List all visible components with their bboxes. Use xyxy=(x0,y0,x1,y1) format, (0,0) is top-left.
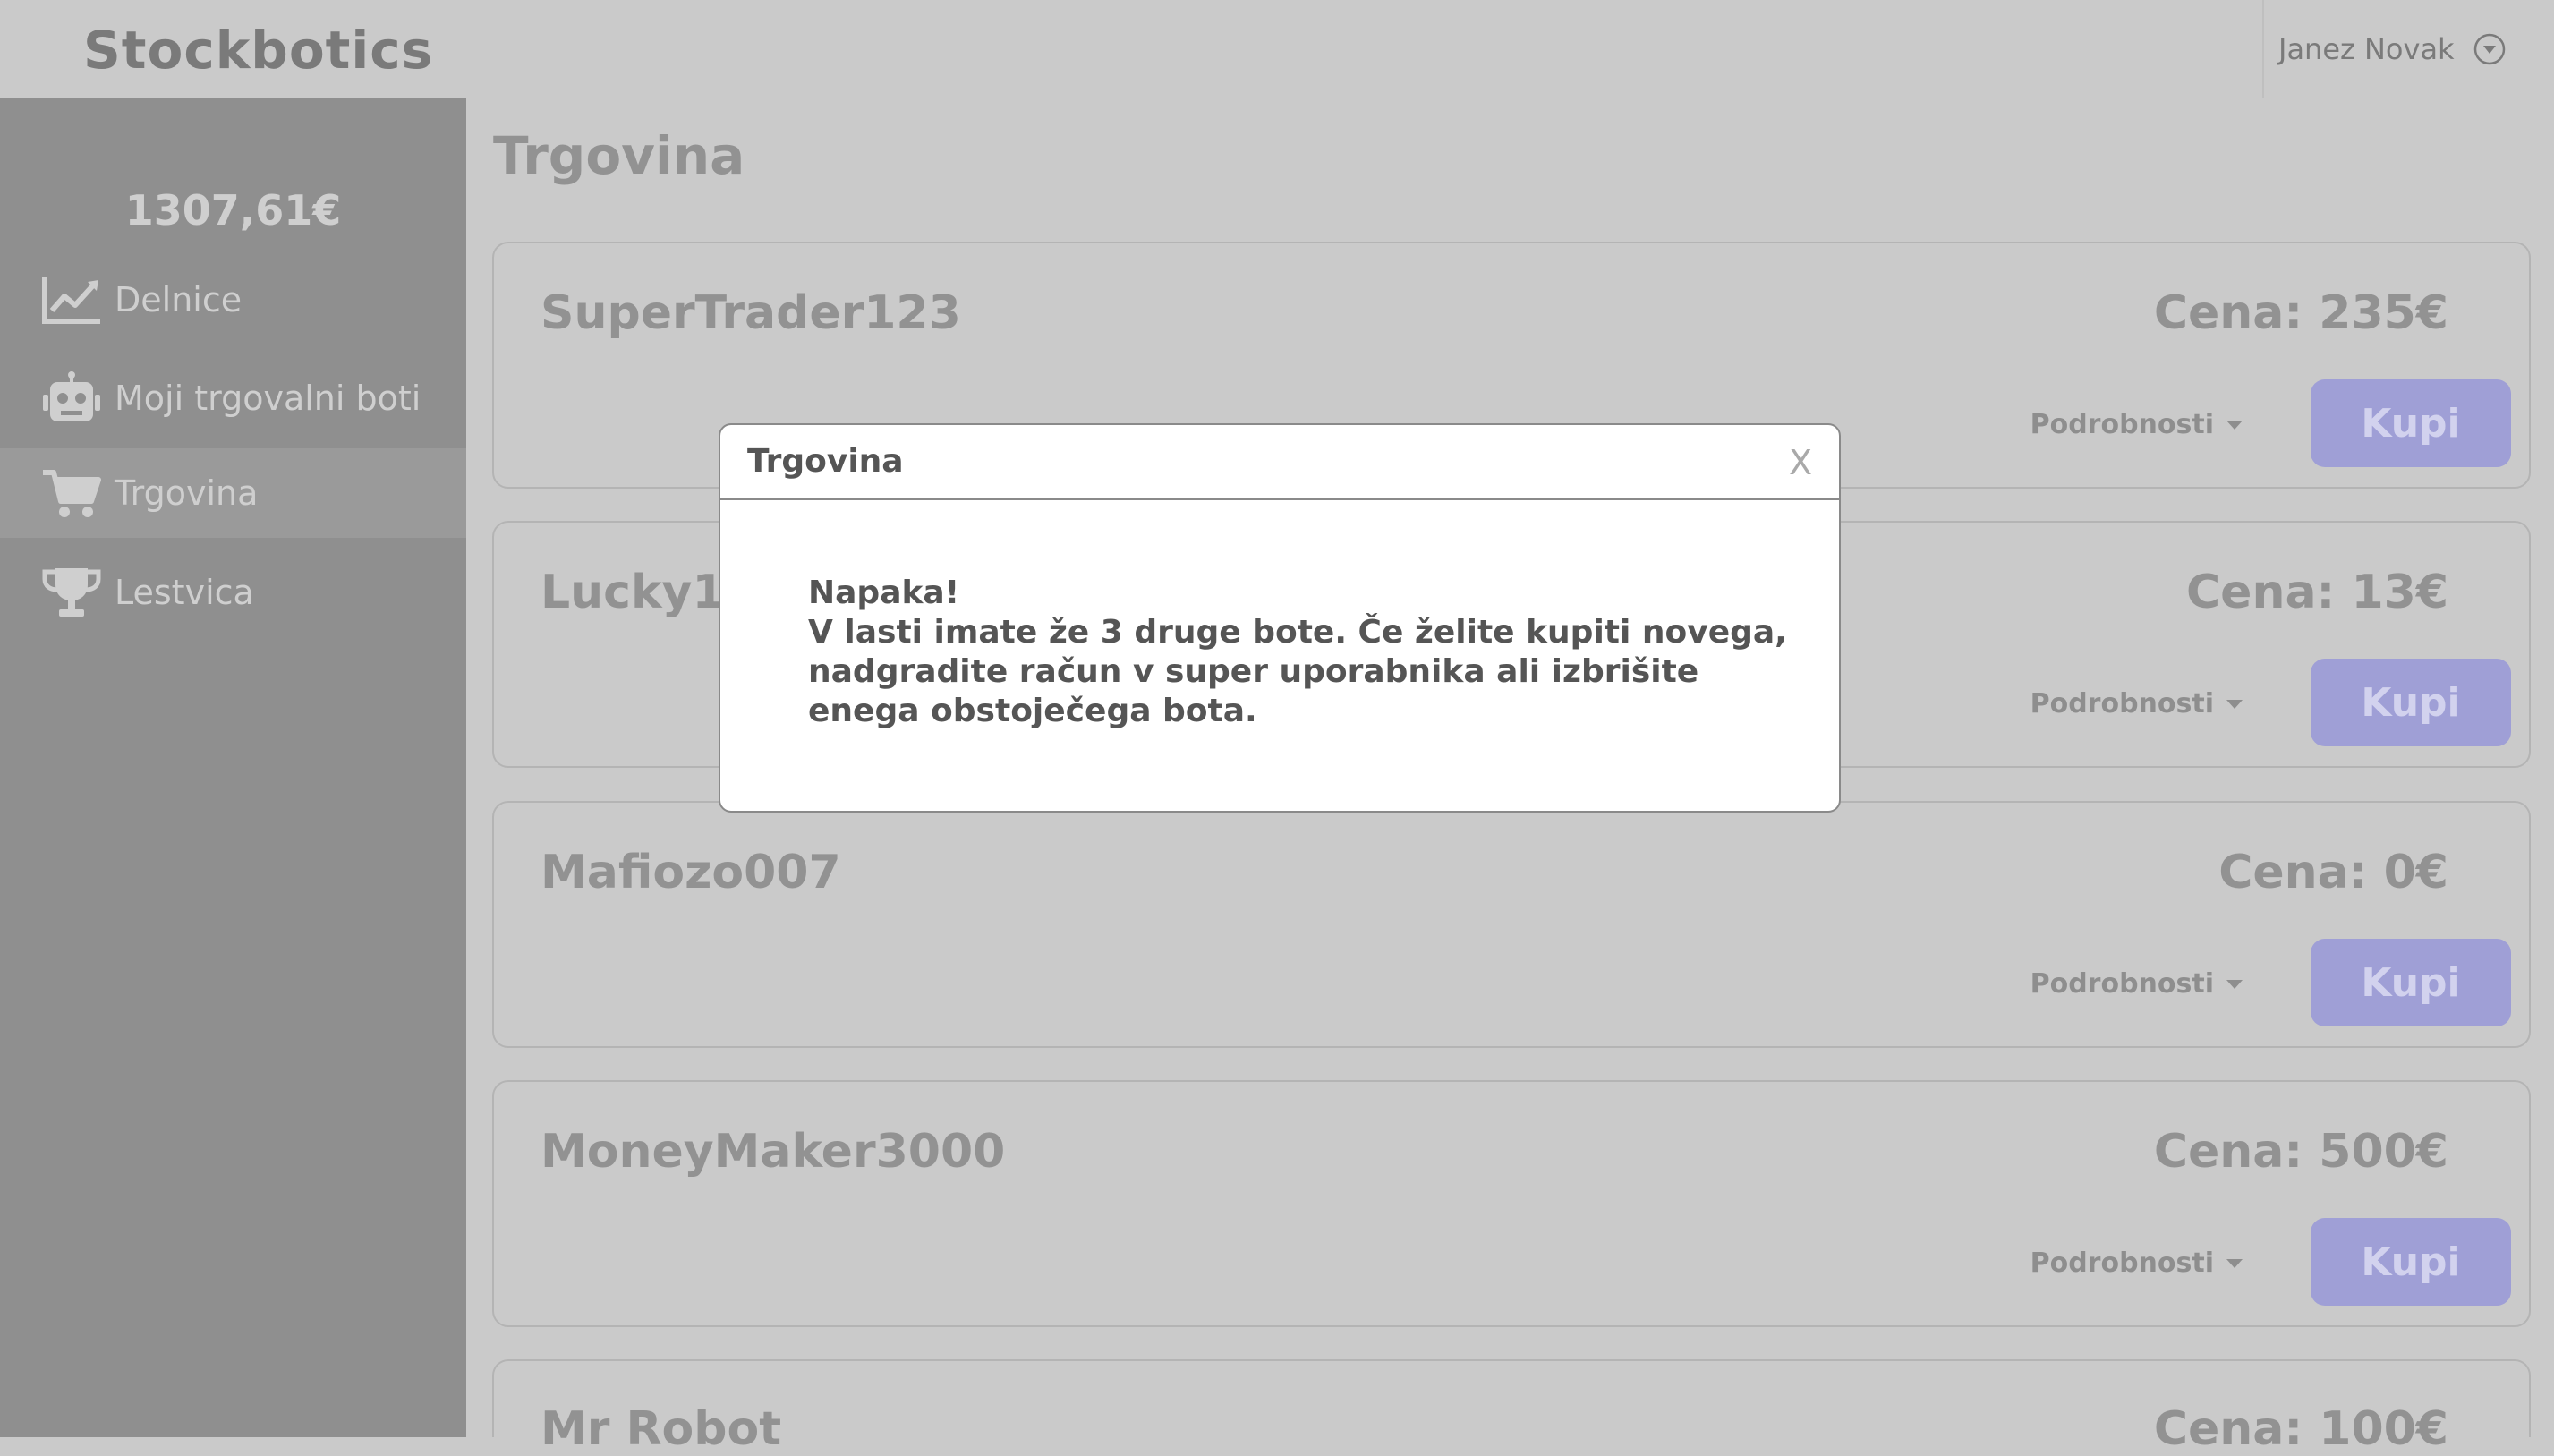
close-button[interactable]: X xyxy=(1789,443,1812,482)
details-dropdown[interactable]: Podrobnosti xyxy=(2030,688,2243,719)
bot-price: Cena: 0€ xyxy=(2218,846,2448,899)
sidebar-item-delnice[interactable]: Delnice xyxy=(0,255,466,345)
bot-price: Cena: 13€ xyxy=(2186,566,2448,619)
bot-card: Mr Robot Cena: 100€ xyxy=(492,1359,2531,1456)
bot-name: Mr Robot xyxy=(541,1402,782,1456)
trophy-icon xyxy=(40,566,103,619)
bot-name: SuperTrader123 xyxy=(541,286,961,340)
sidebar-item-trgovina[interactable]: Trgovina xyxy=(0,448,466,538)
buy-button[interactable]: Kupi xyxy=(2311,659,2511,746)
buy-button[interactable]: Kupi xyxy=(2311,379,2511,467)
caret-down-icon xyxy=(2226,1258,2243,1268)
bot-card: MoneyMaker3000 Cena: 500€ Podrobnosti Ku… xyxy=(492,1080,2531,1327)
error-title: Napaka! xyxy=(808,575,960,611)
chevron-down-icon[interactable] xyxy=(2473,32,2507,66)
bot-name: MoneyMaker3000 xyxy=(541,1125,1006,1179)
sidebar: 1307,61€ Delnice Moji trgovalni boti Trg… xyxy=(0,98,466,1437)
details-label: Podrobnosti xyxy=(2030,409,2214,440)
details-label: Podrobnosti xyxy=(2030,1247,2214,1279)
caret-down-icon xyxy=(2226,699,2243,709)
sidebar-item-moji-boti[interactable]: Moji trgovalni boti xyxy=(0,353,466,443)
caret-down-icon xyxy=(2226,979,2243,989)
sidebar-item-label: Lestvica xyxy=(115,573,254,612)
error-message: V lasti imate že 3 druge bote. Če želite… xyxy=(808,614,1787,729)
details-label: Podrobnosti xyxy=(2030,968,2214,1000)
dialog-title: Trgovina xyxy=(747,443,904,480)
user-menu[interactable]: Janez Novak xyxy=(2262,0,2554,98)
error-dialog: Trgovina X Napaka! V lasti imate že 3 dr… xyxy=(719,423,1841,813)
bot-name: Mafiozo007 xyxy=(541,846,841,899)
details-label: Podrobnosti xyxy=(2030,688,2214,719)
bot-price: Cena: 235€ xyxy=(2153,286,2448,340)
sidebar-item-label: Trgovina xyxy=(115,473,259,513)
page-title: Trgovina xyxy=(493,125,745,186)
details-dropdown[interactable]: Podrobnosti xyxy=(2030,1247,2243,1279)
sidebar-item-label: Delnice xyxy=(115,280,243,319)
details-dropdown[interactable]: Podrobnosti xyxy=(2030,968,2243,1000)
caret-down-icon xyxy=(2226,420,2243,430)
user-name: Janez Novak xyxy=(2278,32,2455,66)
dialog-body: Napaka! V lasti imate že 3 druge bote. Č… xyxy=(808,574,1792,731)
bot-card: Mafiozo007 Cena: 0€ Podrobnosti Kupi xyxy=(492,801,2531,1048)
buy-button[interactable]: Kupi xyxy=(2311,939,2511,1026)
account-balance: 1307,61€ xyxy=(124,186,342,234)
bot-price: Cena: 500€ xyxy=(2153,1125,2448,1179)
sidebar-item-lestvica[interactable]: Lestvica xyxy=(0,548,466,637)
dialog-header: Trgovina X xyxy=(720,425,1839,500)
bot-price: Cena: 100€ xyxy=(2153,1402,2448,1456)
top-bar: Stockbotics Janez Novak xyxy=(0,0,2554,98)
robot-icon xyxy=(40,371,103,425)
cart-icon xyxy=(40,466,103,520)
details-dropdown[interactable]: Podrobnosti xyxy=(2030,409,2243,440)
brand-logo[interactable]: Stockbotics xyxy=(83,20,433,81)
buy-button[interactable]: Kupi xyxy=(2311,1218,2511,1306)
sidebar-item-label: Moji trgovalni boti xyxy=(115,379,421,418)
chart-icon xyxy=(40,273,103,327)
